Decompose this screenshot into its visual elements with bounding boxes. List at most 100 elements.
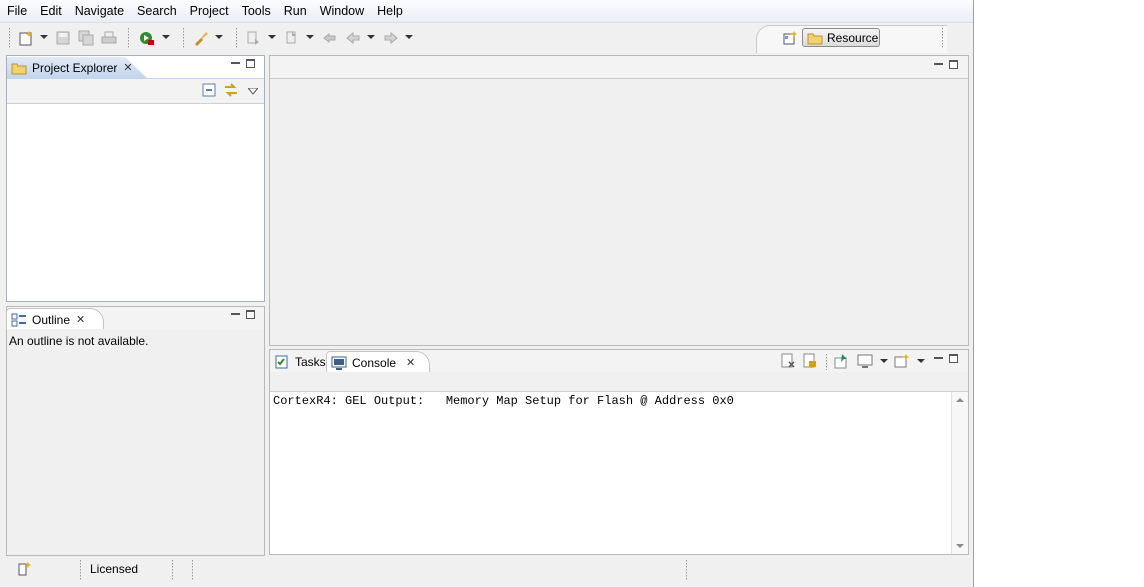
maximize-icon[interactable] <box>246 59 255 68</box>
flash-tool-icon[interactable] <box>192 29 210 47</box>
toolbar-separator <box>942 28 943 48</box>
close-icon[interactable]: ✕ <box>123 61 132 74</box>
outline-empty-message: An outline is not available. <box>9 334 149 348</box>
tab-project-explorer-label: Project Explorer <box>32 60 118 75</box>
toolbar-separator <box>9 28 10 48</box>
editor-window-controls <box>934 60 958 69</box>
editor-area <box>269 55 969 346</box>
console-panel: Tasks Console ✕ CortexR4: GEL Output: Me… <box>269 349 969 555</box>
menu-run[interactable]: Run <box>277 0 313 22</box>
resource-perspective-label: Resource <box>827 30 879 45</box>
project-explorer-window-controls <box>231 59 255 68</box>
tasks-icon <box>274 354 290 370</box>
console-output-line: CortexR4: GEL Output: Memory Map Setup f… <box>273 394 734 408</box>
editor-tabstrip <box>270 56 968 79</box>
debug-dropdown-icon[interactable] <box>162 35 170 39</box>
minimize-icon[interactable] <box>231 310 240 319</box>
status-separator <box>80 560 81 580</box>
close-icon[interactable]: ✕ <box>406 356 415 369</box>
menu-project[interactable]: Project <box>183 0 235 22</box>
outline-icon <box>11 312 27 328</box>
scroll-down-icon[interactable] <box>956 544 964 548</box>
new-icon[interactable] <box>17 29 35 47</box>
console-window-controls <box>934 354 958 363</box>
menu-edit[interactable]: Edit <box>33 0 68 22</box>
folder-icon <box>11 61 27 75</box>
back-dropdown-icon[interactable] <box>367 35 375 39</box>
view-menu-icon[interactable] <box>246 85 260 99</box>
save-all-icon[interactable] <box>77 29 95 47</box>
next-annotation-dropdown-icon[interactable] <box>268 35 276 39</box>
forward-icon[interactable] <box>382 29 400 47</box>
status-separator <box>192 560 193 580</box>
menu-help[interactable]: Help <box>370 0 409 22</box>
open-perspective-icon[interactable] <box>782 30 798 46</box>
menu-search[interactable]: Search <box>130 0 183 22</box>
outline-window-controls <box>231 310 255 319</box>
status-separator <box>172 560 173 580</box>
print-icon[interactable] <box>100 29 118 47</box>
clear-console-icon[interactable] <box>780 353 796 372</box>
close-icon[interactable]: ✕ <box>76 313 85 326</box>
open-console-dropdown-icon[interactable] <box>917 359 925 363</box>
status-separator <box>686 560 687 580</box>
tab-outline-label: Outline <box>32 312 71 327</box>
outline-tabstrip: Outline ✕ <box>6 307 264 330</box>
outline-panel: Outline ✕ An outline is not available. <box>6 306 265 556</box>
save-icon[interactable] <box>54 29 72 47</box>
console-tabstrip: Tasks Console ✕ <box>270 350 968 373</box>
fast-view-icon[interactable] <box>17 561 33 580</box>
last-edit-location-icon[interactable] <box>320 29 338 47</box>
minimize-icon[interactable] <box>934 60 943 69</box>
collapse-all-icon[interactable] <box>202 83 216 100</box>
console-description-bar <box>270 372 968 392</box>
menu-file[interactable]: File <box>0 0 33 22</box>
display-console-dropdown-icon[interactable] <box>880 359 888 363</box>
toolbar-separator <box>236 28 237 48</box>
scroll-lock-icon[interactable] <box>802 353 818 372</box>
tab-project-explorer[interactable]: Project Explorer ✕ <box>7 57 147 78</box>
back-icon[interactable] <box>344 29 362 47</box>
flash-tool-dropdown-icon[interactable] <box>215 35 223 39</box>
minimize-icon[interactable] <box>934 354 943 363</box>
menu-tools[interactable]: Tools <box>235 0 277 22</box>
link-with-editor-icon[interactable] <box>223 82 239 101</box>
ide-window: File Edit Navigate Search Project Tools … <box>0 0 974 587</box>
toolbar-separator <box>183 28 184 48</box>
maximize-icon[interactable] <box>246 310 255 319</box>
display-console-icon[interactable] <box>857 353 873 372</box>
menu-window[interactable]: Window <box>313 0 370 22</box>
outline-content: An outline is not available. <box>7 329 264 555</box>
debug-icon[interactable] <box>138 29 156 47</box>
tab-console-label: Console <box>352 355 397 370</box>
editor-content <box>270 79 968 345</box>
next-annotation-icon[interactable] <box>245 29 263 47</box>
tab-outline[interactable]: Outline ✕ <box>6 308 104 330</box>
project-explorer-view-toolbar <box>7 78 264 104</box>
scroll-up-icon[interactable] <box>956 398 964 402</box>
project-explorer-tabstrip: Project Explorer ✕ <box>7 56 264 78</box>
forward-dropdown-icon[interactable] <box>405 35 413 39</box>
pin-console-icon[interactable] <box>833 353 849 372</box>
tab-tasks[interactable]: Tasks <box>270 351 328 372</box>
previous-annotation-icon[interactable] <box>283 29 301 47</box>
open-console-icon[interactable] <box>894 353 910 372</box>
console-output[interactable]: CortexR4: GEL Output: Memory Map Setup f… <box>270 392 952 554</box>
console-vertical-scrollbar[interactable] <box>951 392 968 554</box>
maximize-icon[interactable] <box>949 60 958 69</box>
tab-tasks-label: Tasks <box>295 354 326 369</box>
status-bar: Licensed <box>0 556 973 587</box>
menu-bar: File Edit Navigate Search Project Tools … <box>0 0 973 23</box>
new-dropdown-icon[interactable] <box>40 35 48 39</box>
menu-navigate[interactable]: Navigate <box>68 0 130 22</box>
project-explorer-panel: Project Explorer ✕ <box>6 55 265 302</box>
toolbar-separator <box>826 354 827 370</box>
minimize-icon[interactable] <box>231 59 240 68</box>
resource-perspective-button[interactable]: Resource <box>802 28 880 47</box>
console-icon <box>331 355 347 371</box>
tab-console[interactable]: Console ✕ <box>326 351 430 373</box>
folder-icon <box>807 31 823 45</box>
previous-annotation-dropdown-icon[interactable] <box>306 35 314 39</box>
maximize-icon[interactable] <box>949 354 958 363</box>
license-status: Licensed <box>90 562 139 576</box>
